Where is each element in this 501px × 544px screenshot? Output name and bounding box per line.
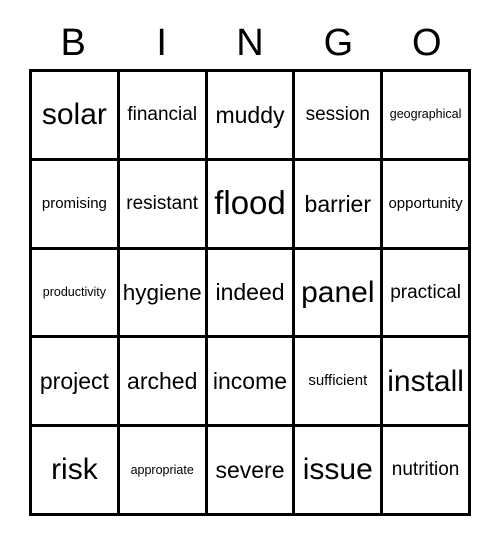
bingo-cell[interactable]: arched bbox=[119, 338, 208, 428]
bingo-cell-word: practical bbox=[390, 281, 461, 303]
bingo-cell[interactable]: geographical bbox=[383, 72, 471, 161]
bingo-cell-word: arched bbox=[127, 368, 198, 395]
bingo-cell[interactable]: solar bbox=[32, 72, 120, 161]
bingo-cell-word: geographical bbox=[389, 107, 462, 122]
bingo-cell[interactable]: appropriate bbox=[119, 427, 208, 516]
bingo-cell[interactable]: indeed bbox=[207, 249, 296, 339]
bingo-cell-word: productivity bbox=[42, 284, 107, 299]
bingo-cell-word: issue bbox=[302, 453, 373, 487]
bingo-cell-word: panel bbox=[301, 275, 375, 309]
bingo-cell-word: indeed bbox=[215, 279, 285, 306]
bingo-cell-word: resistant bbox=[126, 192, 199, 214]
bingo-cell-word: session bbox=[305, 103, 370, 125]
bingo-row: productivity hygiene indeed panel practi… bbox=[32, 249, 471, 339]
bingo-cell[interactable]: opportunity bbox=[383, 160, 471, 250]
bingo-cell[interactable]: panel bbox=[295, 249, 384, 339]
bingo-cell-word: appropriate bbox=[130, 462, 194, 477]
bingo-header-letter-n: N bbox=[236, 22, 264, 64]
bingo-cell-word: project bbox=[39, 368, 109, 395]
bingo-cell-word: hygiene bbox=[122, 279, 202, 305]
bingo-cell[interactable]: practical bbox=[383, 249, 471, 339]
bingo-cell-word: flood bbox=[214, 184, 286, 222]
bingo-cell[interactable]: promising bbox=[32, 160, 120, 250]
bingo-cell[interactable]: income bbox=[207, 338, 296, 428]
bingo-cell-word: barrier bbox=[304, 190, 372, 217]
bingo-cell[interactable]: sufficient bbox=[295, 338, 384, 428]
bingo-row: solar financial muddy session geographic… bbox=[32, 72, 471, 161]
bingo-cell[interactable]: severe bbox=[207, 427, 296, 516]
bingo-cell[interactable]: flood bbox=[207, 160, 296, 250]
bingo-card: B I N G O solar financial muddy session … bbox=[0, 0, 501, 544]
bingo-cell-word: sufficient bbox=[308, 372, 368, 390]
bingo-cell[interactable]: resistant bbox=[119, 160, 208, 250]
bingo-cell-word: income bbox=[212, 368, 288, 395]
bingo-cell[interactable]: nutrition bbox=[383, 427, 471, 516]
bingo-cell[interactable]: barrier bbox=[295, 160, 384, 250]
bingo-row: risk appropriate severe issue nutrition bbox=[32, 427, 471, 516]
bingo-cell-word: install bbox=[387, 364, 464, 398]
bingo-header-letter-b: B bbox=[60, 22, 86, 64]
bingo-cell[interactable]: project bbox=[32, 338, 120, 428]
bingo-cell[interactable]: hygiene bbox=[119, 249, 208, 339]
bingo-cell-word: opportunity bbox=[388, 194, 463, 212]
bingo-cell[interactable]: issue bbox=[295, 427, 384, 516]
bingo-cell[interactable]: financial bbox=[119, 72, 208, 161]
bingo-row: project arched income sufficient install bbox=[32, 338, 471, 428]
bingo-cell-word: risk bbox=[51, 453, 98, 487]
bingo-cell[interactable]: muddy bbox=[207, 72, 296, 161]
bingo-cell-word: nutrition bbox=[391, 459, 460, 481]
bingo-cell[interactable]: install bbox=[383, 338, 471, 428]
bingo-cell-word: promising bbox=[41, 194, 107, 212]
bingo-cell[interactable]: risk bbox=[32, 427, 120, 516]
bingo-row: promising resistant flood barrier opport… bbox=[32, 160, 471, 250]
bingo-cell-word: muddy bbox=[215, 101, 285, 128]
bingo-cell-word: severe bbox=[215, 457, 285, 484]
bingo-header-letter-g: G bbox=[323, 22, 354, 64]
bingo-cell-word: solar bbox=[41, 98, 107, 132]
bingo-header-letter-o: O bbox=[412, 22, 442, 64]
bingo-header-letter-i: I bbox=[156, 22, 167, 64]
bingo-cell[interactable]: session bbox=[295, 72, 384, 161]
bingo-cell[interactable]: productivity bbox=[32, 249, 120, 339]
bingo-header: B I N G O bbox=[29, 18, 471, 68]
bingo-cell-word: financial bbox=[127, 103, 198, 125]
bingo-grid: solar financial muddy session geographic… bbox=[29, 69, 471, 516]
